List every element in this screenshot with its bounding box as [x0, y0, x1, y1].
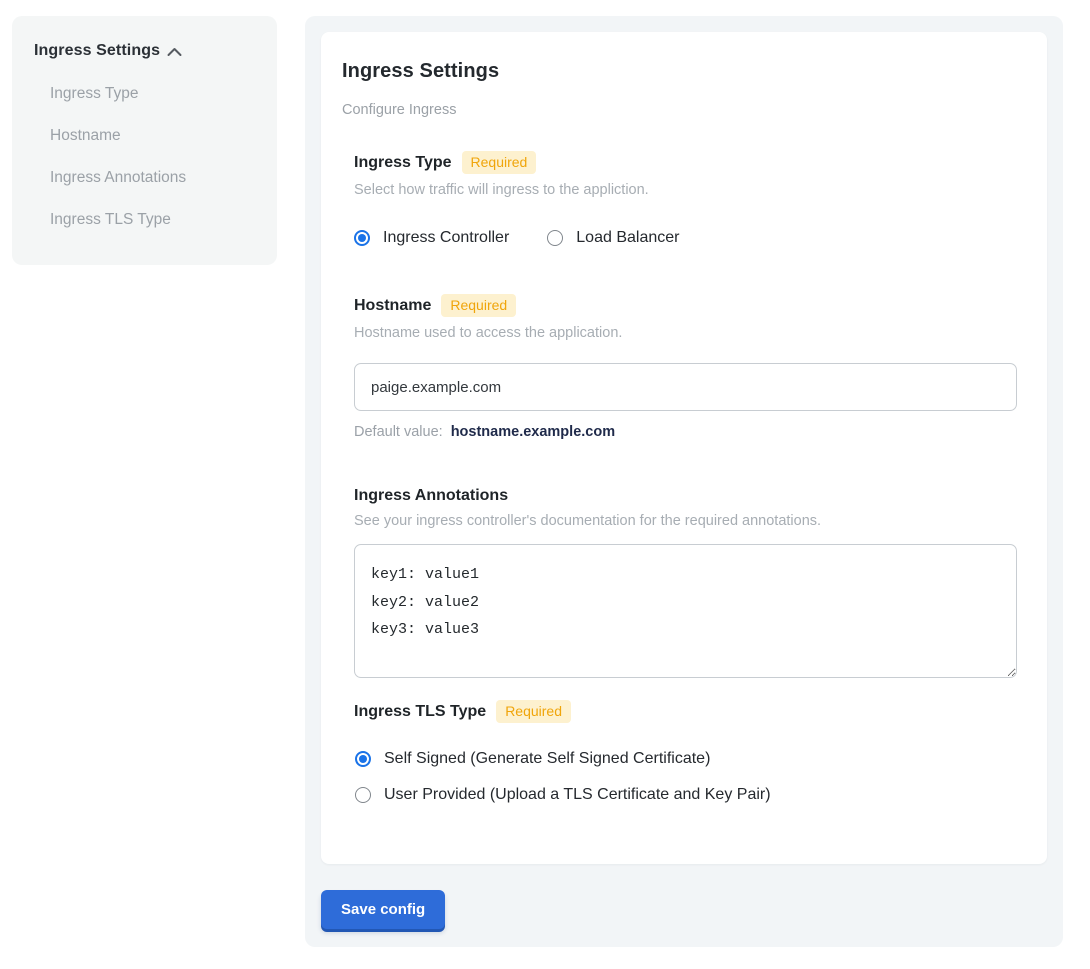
settings-nav-sidebar: Ingress Settings Ingress Type Hostname I…	[12, 16, 277, 265]
save-config-button[interactable]: Save config	[321, 890, 445, 929]
radio-selected-icon	[355, 751, 371, 767]
hostname-help: Hostname used to access the application.	[354, 325, 1016, 341]
radio-label: Self Signed (Generate Self Signed Certif…	[384, 750, 710, 768]
section-ingress-type: Ingress Type Required Select how traffic…	[354, 151, 1016, 247]
radio-option-user-provided[interactable]: User Provided (Upload a TLS Certificate …	[355, 786, 1016, 804]
radio-option-load-balancer[interactable]: Load Balancer	[547, 229, 679, 247]
radio-selected-icon	[354, 230, 370, 246]
sidebar-group-label: Ingress Settings	[34, 42, 160, 60]
ingress-type-radio-group: Ingress Controller Load Balancer	[354, 229, 1016, 247]
sidebar-item-hostname[interactable]: Hostname	[50, 126, 259, 145]
ingress-annotations-textarea[interactable]: key1: value1 key2: value2 key3: value3	[354, 544, 1017, 678]
required-badge: Required	[496, 700, 571, 723]
sidebar-item-ingress-tls-type[interactable]: Ingress TLS Type	[50, 210, 259, 229]
section-hostname: Hostname Required Hostname used to acces…	[354, 294, 1016, 440]
section-ingress-tls-type: Ingress TLS Type Required Self Signed (G…	[354, 700, 1016, 804]
ingress-annotations-help: See your ingress controller's documentat…	[354, 513, 1016, 529]
ingress-type-help: Select how traffic will ingress to the a…	[354, 182, 1016, 198]
ingress-annotations-label: Ingress Annotations	[354, 487, 508, 505]
hostname-default-line: Default value: hostname.example.com	[354, 424, 1016, 440]
card-subtitle: Configure Ingress	[342, 102, 1016, 118]
ingress-settings-card: Ingress Settings Configure Ingress Ingre…	[321, 32, 1047, 864]
radio-unselected-icon	[355, 787, 371, 803]
section-ingress-annotations: Ingress Annotations See your ingress con…	[354, 487, 1016, 678]
settings-panel: Ingress Settings Configure Ingress Ingre…	[305, 16, 1063, 947]
radio-label: User Provided (Upload a TLS Certificate …	[384, 786, 771, 804]
radio-label: Ingress Controller	[383, 229, 509, 247]
sidebar-group-ingress-settings[interactable]: Ingress Settings	[34, 42, 259, 60]
sidebar-item-ingress-type[interactable]: Ingress Type	[50, 84, 259, 103]
required-badge: Required	[441, 294, 516, 317]
default-value-text: hostname.example.com	[451, 424, 615, 440]
ingress-tls-type-label: Ingress TLS Type	[354, 703, 486, 721]
sidebar-item-ingress-annotations[interactable]: Ingress Annotations	[50, 168, 259, 187]
ingress-tls-radio-group: Self Signed (Generate Self Signed Certif…	[355, 750, 1016, 804]
radio-option-ingress-controller[interactable]: Ingress Controller	[354, 229, 509, 247]
radio-unselected-icon	[547, 230, 563, 246]
radio-option-self-signed[interactable]: Self Signed (Generate Self Signed Certif…	[355, 750, 1016, 768]
hostname-input[interactable]	[354, 363, 1017, 411]
card-title: Ingress Settings	[342, 60, 1016, 83]
sidebar-items: Ingress Type Hostname Ingress Annotation…	[34, 84, 259, 229]
hostname-label: Hostname	[354, 297, 431, 315]
ingress-type-label: Ingress Type	[354, 154, 452, 172]
radio-label: Load Balancer	[576, 229, 679, 247]
required-badge: Required	[462, 151, 537, 174]
default-value-prefix: Default value:	[354, 424, 443, 440]
chevron-up-icon	[167, 47, 182, 57]
